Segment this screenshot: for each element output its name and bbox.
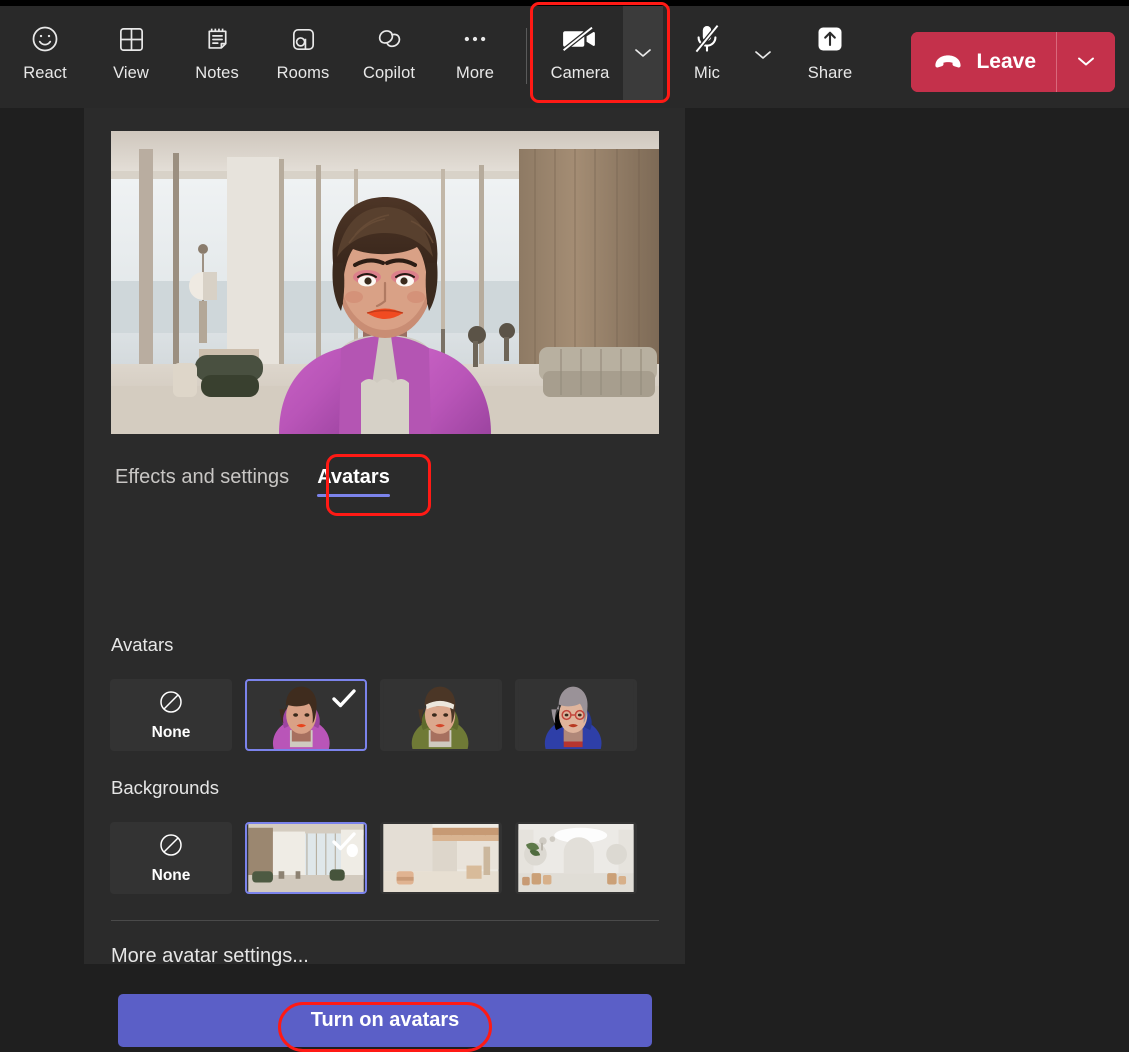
avatar-option-3[interactable] xyxy=(515,679,637,751)
copilot-icon xyxy=(374,22,405,56)
avatars-thumbnail-row: None xyxy=(110,679,637,751)
more-button-label: More xyxy=(456,64,494,82)
chevron-down-icon xyxy=(753,48,773,64)
avatar-option-1[interactable] xyxy=(245,679,367,751)
notes-button[interactable]: Notes xyxy=(174,6,260,102)
background-option-3[interactable] xyxy=(515,822,637,894)
notepad-icon xyxy=(203,22,232,56)
more-button[interactable]: More xyxy=(432,6,518,102)
mic-control-group: Mic xyxy=(671,6,783,102)
mic-off-icon xyxy=(692,22,722,56)
mic-button[interactable]: Mic xyxy=(671,6,743,102)
selected-check-icon xyxy=(331,687,357,714)
toolbar-divider xyxy=(526,28,527,84)
share-screen-icon xyxy=(814,22,846,56)
avatars-settings-panel: Effects and settings Avatars Avatars Non… xyxy=(84,108,685,1052)
background-none-label: None xyxy=(151,866,191,884)
view-button-label: View xyxy=(113,64,149,82)
turn-on-avatars-button[interactable]: Turn on avatars xyxy=(118,994,652,1047)
selected-check-icon xyxy=(331,830,357,857)
meeting-toolbar: React View Notes Rooms Copilot More Came… xyxy=(0,0,1129,108)
rooms-button[interactable]: Rooms xyxy=(260,6,346,102)
tab-effects-and-settings[interactable]: Effects and settings xyxy=(111,460,293,503)
avatar-none-label: None xyxy=(151,723,191,741)
tab-avatars[interactable]: Avatars xyxy=(313,460,394,503)
react-button[interactable]: React xyxy=(2,6,88,102)
toolbar-left-group: React View Notes Rooms Copilot More Came… xyxy=(0,2,877,103)
avatars-section-label: Avatars xyxy=(111,634,174,655)
copilot-button[interactable]: Copilot xyxy=(346,6,432,102)
notes-button-label: Notes xyxy=(195,64,239,82)
share-button[interactable]: Share xyxy=(783,6,877,102)
ellipsis-icon xyxy=(460,22,490,56)
smiley-face-icon xyxy=(30,22,60,56)
view-button[interactable]: View xyxy=(88,6,174,102)
leave-control-group: Leave xyxy=(911,32,1115,92)
no-avatar-icon xyxy=(158,689,184,720)
background-option-none[interactable]: None xyxy=(110,822,232,894)
react-button-label: React xyxy=(23,64,67,82)
panel-tabs: Effects and settings Avatars xyxy=(111,454,431,516)
leave-dropdown-button[interactable] xyxy=(1057,32,1115,92)
turn-on-avatars-container: Turn on avatars xyxy=(118,994,652,1052)
avatar-option-2[interactable] xyxy=(380,679,502,751)
more-avatar-settings-link[interactable]: More avatar settings... xyxy=(111,945,309,968)
mic-button-label: Mic xyxy=(694,64,720,82)
chevron-down-icon xyxy=(1075,54,1097,71)
camera-dropdown-button[interactable] xyxy=(623,6,663,102)
camera-button-label: Camera xyxy=(550,64,610,82)
background-option-2[interactable] xyxy=(380,822,502,894)
share-button-label: Share xyxy=(807,64,853,82)
leave-button[interactable]: Leave xyxy=(911,32,1056,92)
copilot-button-label: Copilot xyxy=(362,64,416,82)
breakout-rooms-icon xyxy=(289,22,318,56)
camera-off-icon xyxy=(561,22,599,56)
panel-divider xyxy=(111,920,659,921)
background-option-1[interactable] xyxy=(245,822,367,894)
avatar-video-preview xyxy=(111,131,659,434)
backgrounds-thumbnail-row: None xyxy=(110,822,637,894)
grid-layout-icon xyxy=(117,22,146,56)
mic-dropdown-button[interactable] xyxy=(743,6,783,102)
chevron-down-icon xyxy=(633,46,653,62)
camera-control-group: Camera xyxy=(530,2,670,103)
camera-button[interactable]: Camera xyxy=(537,6,623,102)
hang-up-icon xyxy=(933,53,963,72)
no-background-icon xyxy=(158,832,184,863)
backgrounds-section-label: Backgrounds xyxy=(111,777,219,798)
leave-button-label: Leave xyxy=(976,50,1036,73)
rooms-button-label: Rooms xyxy=(276,64,330,82)
avatar-option-none[interactable]: None xyxy=(110,679,232,751)
